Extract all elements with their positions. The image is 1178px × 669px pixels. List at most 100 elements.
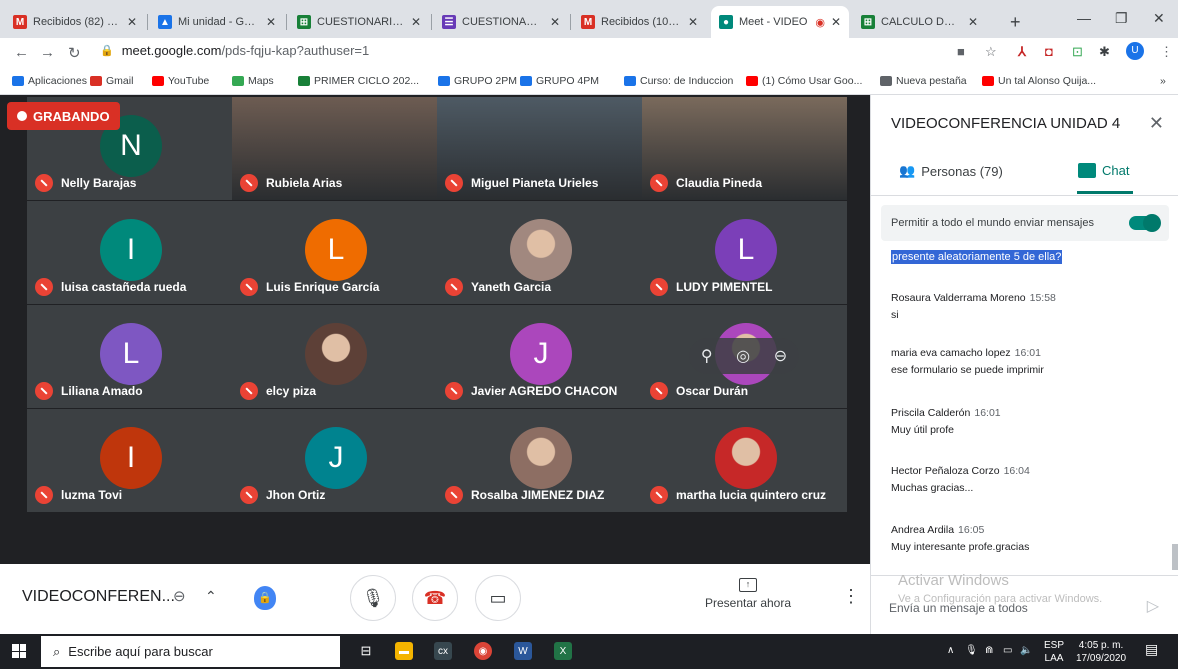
present-now-button[interactable]: ↑ Presentar ahora: [700, 578, 796, 610]
network-icon[interactable]: ⋒: [985, 644, 993, 657]
participant-avatar: I: [100, 219, 162, 281]
close-tab-icon[interactable]: ✕: [266, 15, 276, 29]
send-icon[interactable]: ▷: [1147, 596, 1159, 616]
bookmark-item[interactable]: (1) Cómo Usar Goo...: [746, 75, 862, 87]
chrome-icon[interactable]: ◉: [474, 642, 492, 660]
bookmark-item[interactable]: YouTube: [152, 75, 209, 87]
participant-name: Jhon Ortiz: [266, 488, 326, 502]
close-tab-icon[interactable]: ✕: [127, 15, 137, 29]
browser-tab[interactable]: ● Meet - VIDEO ◉ ✕: [711, 6, 849, 38]
browser-tab[interactable]: M Recibidos (10,624) ✕: [573, 6, 706, 38]
notifications-icon[interactable]: ▤: [1145, 642, 1158, 656]
close-panel-icon[interactable]: ✕: [1149, 113, 1164, 134]
reload-button[interactable]: ↻: [68, 44, 81, 62]
message-text: Muy útil profe: [891, 424, 955, 436]
forward-button[interactable]: →: [40, 44, 55, 61]
bookmark-item[interactable]: Nueva pestaña: [880, 75, 967, 87]
participant-tile[interactable]: J Javier AGREDO CHACON: [437, 305, 642, 408]
attachment-icon[interactable]: ⊖: [173, 587, 186, 605]
bookmark-item[interactable]: GRUPO 4PM: [520, 75, 599, 87]
tray-chevron-icon[interactable]: ∧: [947, 644, 954, 657]
battery-icon[interactable]: ▭: [1003, 644, 1012, 657]
browser-tab-strip: M Recibidos (82) - un ✕ ▲ Mi unidad - Googl ✕…: [0, 0, 1178, 38]
close-window-button[interactable]: ✕: [1153, 10, 1165, 27]
leave-call-button[interactable]: ☎: [412, 575, 458, 621]
extensions-icon[interactable]: ✱: [1099, 44, 1110, 60]
language-indicator[interactable]: ESP LAA: [1044, 639, 1064, 665]
participant-tile[interactable]: Rubiela Arias: [232, 97, 437, 200]
tab-chat[interactable]: Chat: [1078, 163, 1129, 178]
muted-mic-icon: [35, 278, 53, 296]
word-icon[interactable]: W: [514, 642, 532, 660]
participant-tile[interactable]: L LUDY PIMENTEL: [642, 201, 847, 304]
participant-tile[interactable]: L Liliana Amado: [27, 305, 232, 408]
address-bar[interactable]: 🔒 meet.google.com/pds-fqju-kap?authuser=…: [100, 43, 369, 58]
bookmark-item[interactable]: Maps: [232, 75, 274, 87]
new-tab-button[interactable]: +: [1010, 12, 1021, 33]
participant-tile[interactable]: Iluisa castañeda rueda: [27, 201, 232, 304]
message-text: si: [891, 309, 899, 321]
participant-tile[interactable]: Miguel Pianeta Urieles: [437, 97, 642, 200]
browser-tab[interactable]: ▲ Mi unidad - Googl ✕: [150, 6, 284, 38]
restore-button[interactable]: ❐: [1115, 10, 1128, 27]
participant-tile[interactable]: elcy piza: [232, 305, 437, 408]
participant-tile[interactable]: J Jhon Ortiz: [232, 409, 437, 512]
bookmark-item[interactable]: PRIMER CICLO 202...: [298, 75, 419, 87]
bookmark-item[interactable]: Aplicaciones: [12, 75, 87, 87]
profile-avatar[interactable]: U: [1126, 42, 1144, 60]
browser-tab[interactable]: ⊞ CALCULO DE NOT ✕: [853, 6, 986, 38]
chevron-up-icon[interactable]: ⌃: [205, 588, 217, 605]
close-tab-icon[interactable]: ✕: [831, 15, 841, 29]
clock[interactable]: 4:05 p. m. 17/09/2020: [1076, 639, 1126, 665]
file-explorer-icon[interactable]: ▬: [395, 642, 413, 660]
allow-messages-toggle[interactable]: [1129, 214, 1161, 232]
pin-icon[interactable]: ⚲: [701, 346, 713, 366]
app-cx-icon[interactable]: cx: [434, 642, 452, 660]
bookmark-item[interactable]: Un tal Alonso Quija...: [982, 75, 1096, 87]
participant-tile[interactable]: Rosalba JIMENEZ DIAZ: [437, 409, 642, 512]
participant-tile[interactable]: Iluzma Tovi: [27, 409, 232, 512]
meeting-title[interactable]: VIDEOCONFEREN...: [22, 588, 175, 606]
windows-start-icon[interactable]: [12, 644, 26, 658]
people-tab-label: Personas (79): [921, 163, 1003, 179]
bookmark-item[interactable]: Curso: de Induccion: [624, 75, 733, 87]
security-shield-icon[interactable]: 🔒: [254, 586, 276, 610]
more-options-icon[interactable]: ⋮: [842, 586, 860, 607]
bookmark-item[interactable]: GRUPO 2PM: [438, 75, 517, 87]
task-view-icon[interactable]: ⊟: [357, 642, 375, 660]
sheets-extension-icon[interactable]: ⊡: [1072, 44, 1083, 60]
excel-icon[interactable]: X: [554, 642, 572, 660]
close-tab-icon[interactable]: ✕: [550, 15, 560, 29]
pdf-extension-icon[interactable]: ⅄: [1018, 44, 1026, 60]
menu-icon[interactable]: ⋮: [1160, 44, 1173, 60]
forms-icon: ☰: [442, 15, 456, 29]
tab-people[interactable]: 👥 Personas (79): [899, 163, 1003, 179]
camera-button[interactable]: ▭: [475, 575, 521, 621]
camera-indicator-icon[interactable]: ■: [957, 44, 965, 59]
bookmark-item[interactable]: Gmail: [90, 75, 133, 87]
close-tab-icon[interactable]: ✕: [411, 15, 421, 29]
participant-tile[interactable]: Yaneth Garcia: [437, 201, 642, 304]
participant-name: Claudia Pineda: [676, 176, 763, 190]
pocket-extension-icon[interactable]: ◘: [1045, 44, 1053, 59]
chat-scrollbar[interactable]: [1172, 544, 1178, 570]
close-tab-icon[interactable]: ✕: [968, 15, 978, 29]
minimize-button[interactable]: —: [1077, 10, 1091, 26]
volume-icon[interactable]: 🔈: [1020, 644, 1032, 657]
participant-name: elcy piza: [266, 384, 317, 398]
participant-tile[interactable]: martha lucia quintero cruz: [642, 409, 847, 512]
close-tab-icon[interactable]: ✕: [688, 15, 698, 29]
remove-participant-icon[interactable]: ⊖: [774, 346, 787, 366]
back-button[interactable]: ←: [14, 44, 29, 61]
participant-tile[interactable]: Claudia Pineda: [642, 97, 847, 200]
mute-participant-icon[interactable]: ◎: [736, 346, 750, 366]
browser-tab[interactable]: ⊞ CUESTIONARIO C ✕: [289, 6, 429, 38]
microphone-button[interactable]: 🎙: [350, 575, 396, 621]
taskbar-search[interactable]: ⌕ Escribe aquí para buscar: [41, 636, 340, 667]
participant-tile[interactable]: L Luis Enrique García: [232, 201, 437, 304]
browser-tab[interactable]: ☰ CUESTIONARIO C ✕: [434, 6, 568, 38]
more-bookmarks-icon[interactable]: »: [1160, 75, 1166, 87]
star-icon[interactable]: ☆: [985, 44, 997, 60]
tray-mic-icon[interactable]: 🎙: [965, 644, 978, 657]
browser-tab[interactable]: M Recibidos (82) - un ✕: [5, 6, 145, 38]
